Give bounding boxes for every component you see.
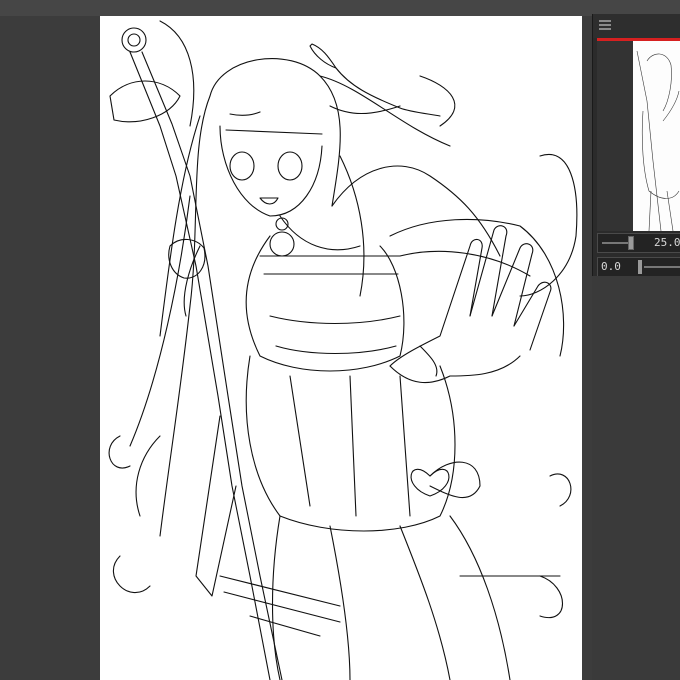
rotation-slider-row[interactable]: 0.0 (597, 257, 680, 277)
navigator-panel: 25.0 0.0 (592, 14, 680, 277)
navigator-thumbnail (633, 41, 680, 231)
top-toolbar-strip (0, 0, 680, 16)
workspace: 25.0 0.0 (0, 0, 680, 680)
side-panel-empty-area (592, 276, 680, 680)
zoom-slider-handle[interactable] (628, 236, 634, 250)
zoom-slider-row[interactable]: 25.0 (597, 233, 680, 253)
navigator-panel-header (593, 14, 680, 38)
hamburger-menu-icon[interactable] (599, 20, 611, 30)
navigator-preview[interactable] (597, 41, 680, 231)
drawing-canvas[interactable] (100, 16, 582, 680)
rotation-slider-handle[interactable] (638, 260, 642, 274)
zoom-value[interactable]: 25.0 (654, 236, 680, 249)
rotation-value[interactable]: 0.0 (601, 260, 621, 273)
rotation-slider-track[interactable] (644, 266, 680, 268)
lineart-illustration (108, 20, 578, 680)
